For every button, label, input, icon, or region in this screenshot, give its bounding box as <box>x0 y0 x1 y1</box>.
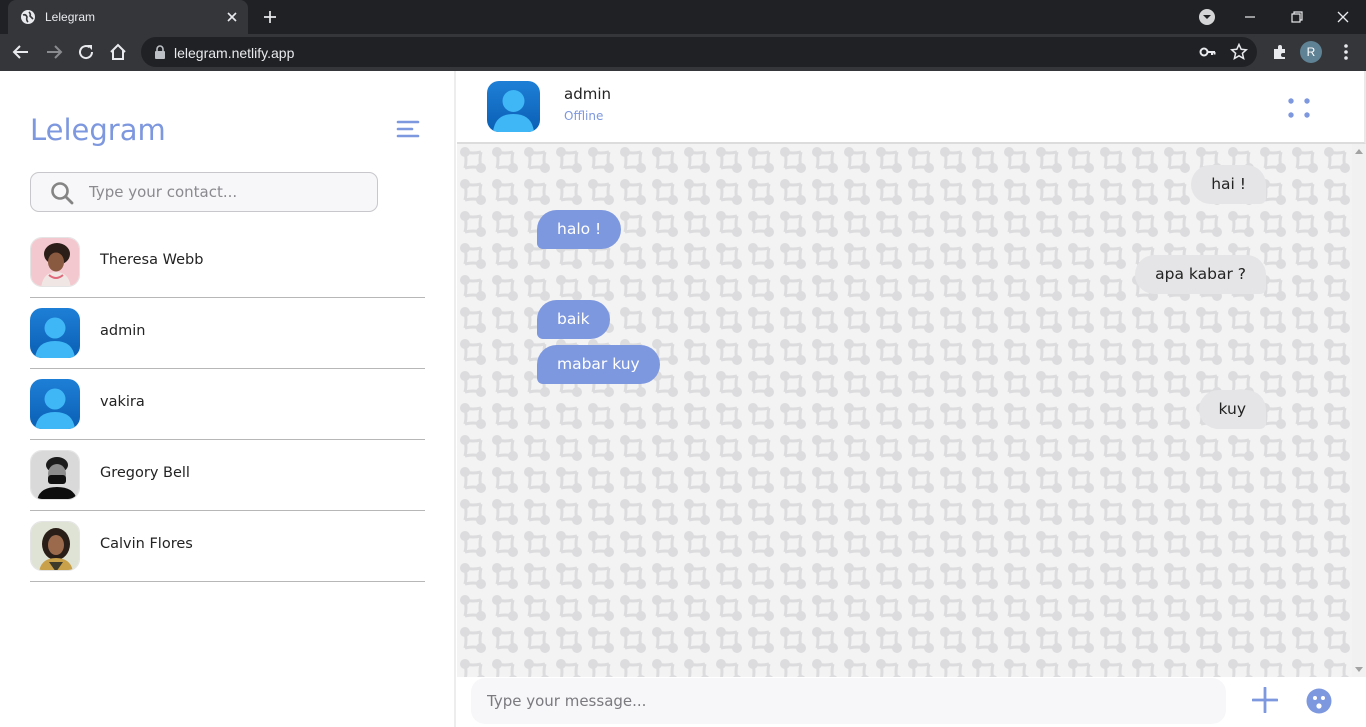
chat-avatar[interactable] <box>487 81 540 132</box>
message-bubble-outgoing: kuy <box>1198 390 1266 429</box>
plus-icon[interactable] <box>1252 687 1278 713</box>
forward-icon[interactable] <box>44 42 64 62</box>
message-bubble-outgoing: hai ! <box>1191 165 1266 204</box>
avatar <box>30 308 80 358</box>
restore-icon[interactable] <box>1286 6 1308 28</box>
app: Lelegram Type your contact... Theresa We… <box>0 71 1366 727</box>
contact-name: admin <box>100 323 146 339</box>
browser-tab[interactable]: Lelegram <box>8 0 248 34</box>
message-bubble-incoming: baik <box>537 300 610 339</box>
home-icon[interactable] <box>108 42 128 62</box>
chat-contact-status: Offline <box>564 109 604 123</box>
scroll-down-icon[interactable] <box>1355 667 1363 673</box>
profile-avatar[interactable]: R <box>1300 41 1322 63</box>
message-bubble-incoming: halo ! <box>537 210 622 249</box>
new-tab-icon[interactable] <box>260 7 280 27</box>
close-window-icon[interactable] <box>1332 6 1354 28</box>
contact-name: vakira <box>100 394 145 410</box>
contact-item[interactable]: Theresa Webb <box>30 227 425 298</box>
bookmark-star-icon[interactable] <box>1230 43 1248 61</box>
address-bar[interactable]: lelegram.netlify.app <box>141 37 1257 67</box>
contact-item[interactable]: Calvin Flores <box>30 511 425 582</box>
contact-item[interactable]: admin <box>30 298 425 369</box>
reload-icon[interactable] <box>76 42 96 62</box>
key-icon[interactable] <box>1199 44 1217 60</box>
chat-header: admin Offline <box>457 71 1366 144</box>
tab-search-icon[interactable] <box>1196 6 1218 28</box>
avatar <box>30 450 80 500</box>
contact-name: Theresa Webb <box>100 252 204 268</box>
message-bubble-incoming: mabar kuy <box>537 345 660 384</box>
browser-toolbar: lelegram.netlify.app R <box>0 34 1366 71</box>
tab-title: Lelegram <box>45 10 96 24</box>
contact-item[interactable]: Gregory Bell <box>30 440 425 511</box>
chat-contact-name: admin <box>564 85 611 103</box>
contact-name: Calvin Flores <box>100 536 193 552</box>
globe-icon <box>21 10 35 24</box>
contact-name: Gregory Bell <box>100 465 190 481</box>
contact-item[interactable]: vakira <box>30 369 425 440</box>
message-bubble-outgoing: apa kabar ? <box>1135 255 1266 294</box>
message-composer <box>457 677 1366 727</box>
minimize-icon[interactable] <box>1239 6 1261 28</box>
avatar <box>30 379 80 429</box>
menu-icon[interactable] <box>396 119 420 139</box>
contact-list: Theresa Webb admin vakira Gregory Bell C… <box>30 227 425 582</box>
back-icon[interactable] <box>11 42 31 62</box>
browser-tab-strip: Lelegram <box>0 0 1366 34</box>
emoji-icon[interactable] <box>1306 688 1332 714</box>
sidebar: Lelegram Type your contact... Theresa We… <box>0 71 456 727</box>
scroll-up-icon[interactable] <box>1355 148 1363 154</box>
search-input[interactable] <box>89 179 369 205</box>
message-input[interactable] <box>471 678 1226 724</box>
message-scrollbar[interactable] <box>1352 144 1366 677</box>
avatar <box>30 521 80 571</box>
chat-panel: admin Offline hai ! halo ! apa kabar ? b… <box>457 71 1366 727</box>
avatar <box>30 237 80 287</box>
app-brand: Lelegram <box>30 113 166 147</box>
message-area[interactable]: hai ! halo ! apa kabar ? baik mabar kuy … <box>457 144 1366 677</box>
lock-icon[interactable] <box>154 45 166 59</box>
browser-menu-icon[interactable] <box>1336 42 1356 62</box>
search-icon <box>51 182 74 205</box>
url-text: lelegram.netlify.app <box>174 45 295 61</box>
extensions-icon[interactable] <box>1270 42 1290 62</box>
close-tab-icon[interactable] <box>223 8 241 26</box>
dots-icon[interactable] <box>1286 96 1312 120</box>
contact-search[interactable] <box>30 172 378 212</box>
